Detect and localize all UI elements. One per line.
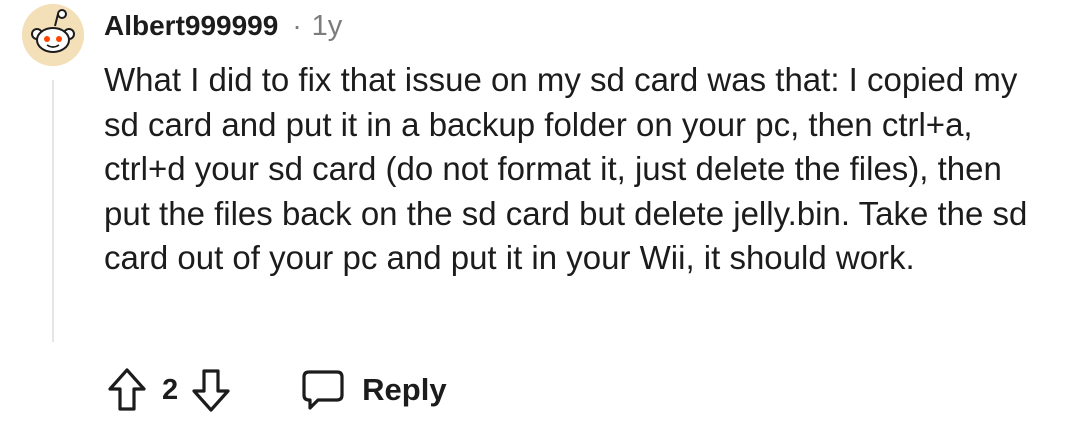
reply-label: Reply xyxy=(362,372,447,407)
vote-score: 2 xyxy=(162,373,179,406)
comment-actions: 2 Reply xyxy=(100,362,447,418)
avatar[interactable] xyxy=(22,4,84,66)
upvote-arrow-icon xyxy=(108,368,146,411)
snoo-avatar-icon xyxy=(22,4,84,66)
comment-body: What I did to fix that issue on my sd ca… xyxy=(104,61,1028,276)
downvote-arrow-icon xyxy=(192,369,230,412)
comment-age: 1y xyxy=(311,9,343,42)
upvote-button[interactable] xyxy=(100,362,154,418)
speech-bubble-icon xyxy=(302,370,344,410)
reply-icon-wrap xyxy=(298,365,348,415)
reply-button[interactable]: Reply xyxy=(298,362,447,418)
downvote-button[interactable] xyxy=(184,362,238,418)
comment-header: Albert999999 · 1y xyxy=(104,8,342,44)
username[interactable]: Albert999999 xyxy=(104,10,278,42)
separator-dot: · xyxy=(292,10,302,41)
thread-line[interactable] xyxy=(52,80,54,342)
